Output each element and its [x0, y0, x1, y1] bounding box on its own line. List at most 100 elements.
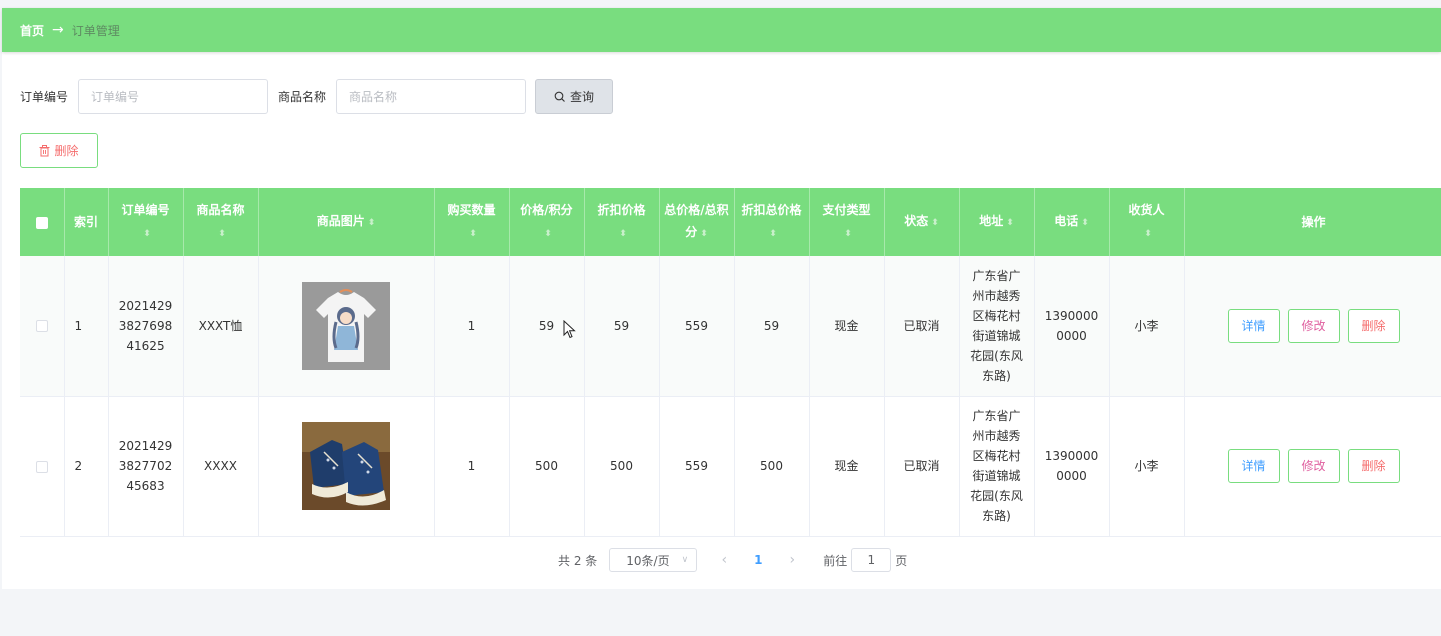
header-address[interactable]: 地址 ⬍	[959, 188, 1035, 256]
cell-order-no: 2021429382770245683	[108, 396, 184, 537]
next-page-icon[interactable]: ›	[775, 552, 809, 568]
header-product-name[interactable]: 商品名称 ⬍	[183, 188, 259, 256]
cell-total: 559	[659, 396, 735, 537]
sort-icon[interactable]: ⬍	[700, 223, 708, 245]
detail-button[interactable]: 详情	[1227, 449, 1280, 483]
cell-product-image	[258, 256, 435, 397]
cell-order-no: 2021429382769841625	[108, 256, 184, 397]
breadcrumb-current: 订单管理	[71, 23, 120, 38]
sort-icon[interactable]: ⬍	[619, 223, 627, 245]
sort-icon[interactable]: ⬍	[1144, 223, 1152, 245]
cell-address: 广东省广州市越秀区梅花村街道锦城花园(东风东路)	[959, 396, 1035, 537]
sort-icon[interactable]: ⬍	[544, 223, 552, 245]
row-checkbox-cell[interactable]	[20, 396, 65, 537]
header-order-no[interactable]: 订单编号 ⬍	[108, 188, 184, 256]
edit-button[interactable]: 修改	[1287, 449, 1340, 483]
sort-icon[interactable]: ⬍	[769, 223, 777, 245]
orders-table: 索引 订单编号 ⬍ 商品名称 ⬍ 商品图片 ⬍ 购买数量 ⬍ 价格/积分 ⬍ 折扣价格 ⬍ …	[20, 188, 1441, 537]
tshirt-image	[302, 281, 390, 370]
cell-quantity: 1	[434, 256, 510, 397]
order-no-label: 订单编号	[20, 90, 69, 104]
trash-icon	[39, 144, 50, 156]
cell-product-name: XXXX	[183, 396, 259, 537]
edit-button[interactable]: 修改	[1287, 308, 1340, 343]
product-name-input[interactable]	[336, 79, 527, 114]
header-discount-price[interactable]: 折扣价格 ⬍	[584, 188, 660, 256]
cell-total: 559	[659, 256, 735, 397]
current-page-number[interactable]: 1	[741, 553, 775, 567]
cell-product-name: XXXT恤	[183, 256, 259, 397]
page-size-value: 10条/页	[626, 553, 670, 568]
cell-product-image	[258, 396, 435, 537]
sort-icon[interactable]: ⬍	[844, 223, 852, 245]
cell-phone: 13900000000	[1034, 256, 1110, 397]
header-actions: 操作	[1184, 188, 1441, 256]
breadcrumb-separator: →	[52, 22, 64, 38]
row-checkbox[interactable]	[35, 320, 48, 333]
batch-delete-button[interactable]: 删除	[20, 133, 98, 168]
row-checkbox-cell[interactable]	[20, 256, 65, 397]
breadcrumb: 首页 → 订单管理	[2, 8, 1441, 52]
prev-page-icon[interactable]: ‹	[707, 552, 741, 568]
order-no-input[interactable]	[78, 79, 269, 114]
delete-button[interactable]: 删除	[1347, 449, 1400, 483]
goto-page-input[interactable]	[851, 548, 892, 572]
sort-icon[interactable]: ⬍	[218, 223, 226, 245]
header-status[interactable]: 状态 ⬍	[884, 188, 960, 256]
cell-receiver: 小李	[1109, 256, 1185, 397]
sort-icon[interactable]: ⬍	[1006, 212, 1014, 234]
cell-discount-price: 59	[584, 256, 660, 397]
cell-status: 已取消	[884, 256, 960, 397]
goto-prefix: 前往	[823, 553, 848, 568]
cell-pay-type: 现金	[809, 256, 885, 397]
cell-actions: 详情 修改 删除	[1184, 396, 1441, 537]
query-button-label: 查询	[570, 90, 595, 104]
goto-suffix: 页	[895, 553, 908, 568]
header-receiver[interactable]: 收货人 ⬍	[1109, 188, 1185, 256]
cell-discount-total: 500	[734, 396, 810, 537]
sneakers-image	[302, 422, 390, 510]
cell-actions: 详情 修改 删除	[1184, 256, 1441, 397]
search-form: 订单编号 商品名称 查询	[20, 79, 614, 114]
query-button[interactable]: 查询	[535, 79, 614, 114]
header-discount-total[interactable]: 折扣总价格⬍	[734, 188, 810, 256]
search-icon	[554, 91, 565, 102]
cell-index: 2	[64, 396, 109, 537]
header-total[interactable]: 总价格/总积分 ⬍	[659, 188, 735, 256]
cell-index: 1	[64, 256, 109, 397]
goto-page: 前往 页	[823, 548, 907, 572]
sort-icon[interactable]: ⬍	[469, 223, 477, 245]
sort-icon[interactable]: ⬍	[1081, 212, 1089, 234]
page-size-select[interactable]: 10条/页 ∨	[609, 548, 698, 572]
table-row: 2 2021429382770245683 XXXX 1 500 500 559…	[20, 396, 1441, 537]
mouse-pointer-icon	[563, 320, 576, 339]
header-product-image[interactable]: 商品图片 ⬍	[258, 188, 435, 256]
cell-discount-price: 500	[584, 396, 660, 537]
delete-button[interactable]: 删除	[1347, 308, 1400, 343]
select-all-checkbox[interactable]	[35, 216, 48, 229]
cell-address: 广东省广州市越秀区梅花村街道锦城花园(东风东路)	[959, 256, 1035, 397]
sort-icon[interactable]: ⬍	[931, 212, 939, 234]
cell-status: 已取消	[884, 396, 960, 537]
header-index: 索引	[64, 188, 109, 256]
table-row: 1 2021429382769841625 XXXT恤 1 59 59 559 …	[20, 256, 1441, 397]
header-pay-type[interactable]: 支付类型 ⬍	[809, 188, 885, 256]
breadcrumb-home[interactable]: 首页	[20, 22, 44, 39]
sort-icon[interactable]: ⬍	[143, 223, 151, 245]
header-select-all[interactable]	[20, 188, 65, 256]
sort-icon[interactable]: ⬍	[368, 212, 376, 234]
cell-quantity: 1	[434, 396, 510, 537]
batch-delete-label: 删除	[54, 144, 79, 158]
cell-price: 500	[509, 396, 585, 537]
total-count: 共 2 条	[558, 553, 598, 568]
cell-pay-type: 现金	[809, 396, 885, 537]
header-quantity[interactable]: 购买数量 ⬍	[434, 188, 510, 256]
product-name-label: 商品名称	[278, 90, 327, 104]
header-phone[interactable]: 电话 ⬍	[1034, 188, 1110, 256]
table-header-row: 索引 订单编号 ⬍ 商品名称 ⬍ 商品图片 ⬍ 购买数量 ⬍ 价格/积分 ⬍ 折扣价格 ⬍ …	[20, 188, 1441, 256]
row-checkbox[interactable]	[35, 460, 48, 473]
main-panel: 首页 → 订单管理 订单编号 商品名称 查询 删除 索引 订单编号⬍ 商品名称⬍	[2, 8, 1441, 589]
detail-button[interactable]: 详情	[1227, 308, 1280, 343]
cell-receiver: 小李	[1109, 396, 1185, 537]
header-price[interactable]: 价格/积分 ⬍	[509, 188, 585, 256]
